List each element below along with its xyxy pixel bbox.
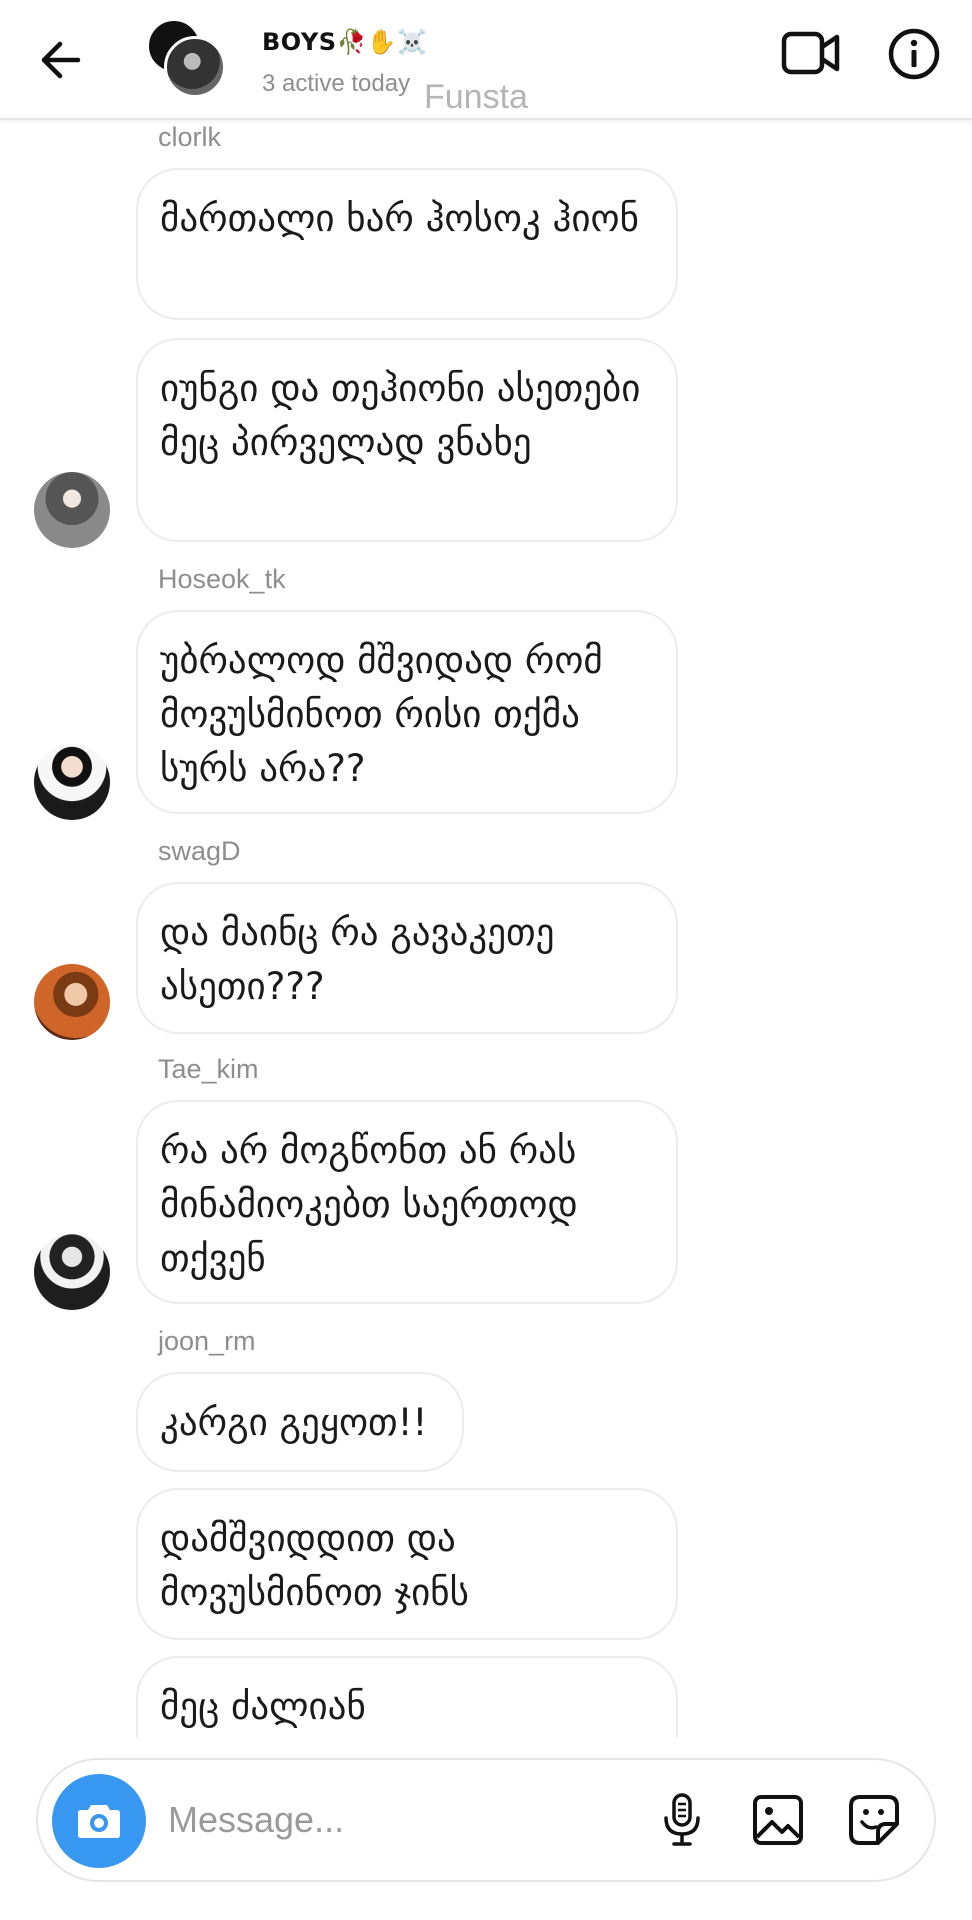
microphone-icon bbox=[664, 1793, 700, 1846]
avatar[interactable] bbox=[34, 1234, 110, 1310]
back-arrow-icon bbox=[41, 41, 81, 79]
active-status: 3 active today bbox=[262, 70, 411, 97]
voice-message-button[interactable] bbox=[652, 1790, 712, 1850]
message-bubble[interactable]: დამშვიდდით და მოვუსმინოთ ჯინს bbox=[136, 1488, 678, 1640]
message-bubble[interactable]: რა არ მოგწონთ ან რას მინამიოკებთ საერთოდ… bbox=[136, 1100, 678, 1304]
avatar[interactable] bbox=[34, 744, 110, 820]
camera-button[interactable] bbox=[52, 1774, 146, 1868]
camera-icon bbox=[78, 1805, 120, 1838]
gallery-button[interactable] bbox=[748, 1790, 808, 1850]
sender-name: joon_rm bbox=[158, 1326, 256, 1356]
message-thread[interactable]: clorlk მართალი ხარ ჰოსოკ ჰიონ იუნგი და თ… bbox=[0, 120, 972, 1738]
member-avatar bbox=[164, 36, 226, 98]
avatar[interactable] bbox=[34, 964, 110, 1040]
video-call-icon bbox=[781, 31, 840, 75]
info-icon bbox=[888, 28, 940, 80]
sticker-icon bbox=[849, 1795, 899, 1845]
sender-name: clorlk bbox=[158, 122, 222, 152]
message-bubble[interactable]: მართალი ხარ ჰოსოკ ჰიონ bbox=[136, 168, 678, 320]
group-avatar[interactable] bbox=[146, 18, 226, 98]
watermark: Funsta bbox=[424, 78, 528, 116]
message-composer bbox=[36, 1758, 936, 1882]
message-bubble[interactable]: უბრალოდ მშვიდად რომ მოვუსმინოთ რისი თქმა… bbox=[136, 610, 678, 814]
group-name[interactable]: BOYS🥀✋☠️ bbox=[262, 28, 428, 56]
gallery-icon bbox=[753, 1795, 803, 1845]
sender-name: swagD bbox=[158, 836, 241, 866]
video-call-button[interactable] bbox=[780, 26, 842, 80]
message-bubble[interactable]: და მაინც რა გავაკეთე ასეთი??? bbox=[136, 882, 678, 1034]
avatar[interactable] bbox=[34, 472, 110, 548]
sender-name: Tae_kim bbox=[158, 1054, 259, 1084]
message-bubble[interactable]: იუნგი და თეჰიონი ასეთები მეც პირველად ვნ… bbox=[136, 338, 678, 542]
chat-header: BOYS🥀✋☠️ 3 active today Funsta bbox=[0, 0, 972, 120]
back-button[interactable] bbox=[30, 30, 90, 90]
message-bubble[interactable]: მეც ძალიან bbox=[136, 1656, 678, 1738]
info-button[interactable] bbox=[886, 26, 942, 82]
sticker-button[interactable] bbox=[844, 1790, 904, 1850]
message-input[interactable] bbox=[168, 1788, 548, 1852]
message-bubble[interactable]: კარგი გეყოთ!! bbox=[136, 1372, 464, 1472]
sender-name: Hoseok_tk bbox=[158, 564, 286, 594]
